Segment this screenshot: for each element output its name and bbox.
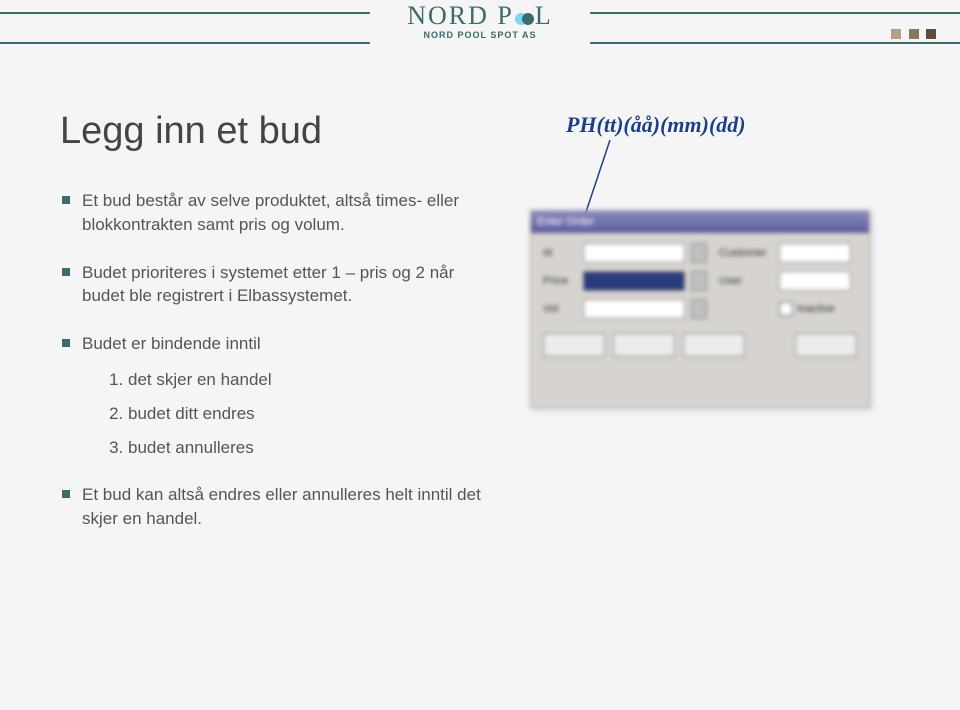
id-label: Id [543, 247, 583, 259]
corner-square-icon [891, 29, 901, 39]
dialog-titlebar: Enter Order [531, 211, 869, 233]
price-label: Price [543, 275, 583, 287]
order-entry-dialog: Enter Order Id Customer Price User Vol I… [530, 210, 870, 408]
dialog-title: Enter Order [537, 216, 594, 228]
logo-subtitle: NORD POOL SPOT AS [370, 30, 590, 40]
vol-input[interactable] [583, 299, 685, 319]
sublist-item: budet annulleres [128, 436, 490, 460]
dialog-button[interactable] [795, 333, 857, 357]
vol-label: Vol [543, 303, 583, 315]
corner-square-icon [909, 29, 919, 39]
sublist-item: det skjer en handel [128, 368, 490, 392]
annotation-callout: PH(tt)(åå)(mm)(dd) [566, 112, 746, 138]
dialog-button-row [543, 333, 857, 357]
bullet-item: Budet prioriteres i systemet etter 1 – p… [60, 261, 490, 309]
bullet-list: Et bud består av selve produktet, altså … [60, 189, 490, 531]
logo-main: NORD P L [370, 0, 590, 30]
customer-label: Customer [719, 247, 779, 259]
numbered-sublist: det skjer en handel budet ditt endres bu… [82, 368, 490, 459]
bullet-item: Et bud består av selve produktet, altså … [60, 189, 490, 237]
form-row-id: Id Customer [543, 243, 857, 263]
page-title: Legg inn et bud [60, 110, 490, 153]
dialog-body: Id Customer Price User Vol Inactive [531, 233, 869, 367]
logo-text-left: NORD P [407, 1, 514, 30]
id-input[interactable] [583, 243, 685, 263]
user-input[interactable] [779, 271, 851, 291]
bullet-item: Et bud kan altså endres eller annulleres… [60, 483, 490, 531]
inactive-label: Inactive [797, 303, 835, 315]
annotation-pointer-line [580, 140, 640, 220]
content-column: Legg inn et bud Et bud består av selve p… [60, 110, 490, 555]
bullet-item-text: Budet er bindende inntil [82, 334, 261, 353]
corner-square-icon [926, 29, 936, 39]
form-row-vol: Vol Inactive [543, 299, 857, 319]
customer-input[interactable] [779, 243, 851, 263]
dialog-button[interactable] [683, 333, 745, 357]
logo-text-right: L [535, 1, 553, 30]
id-stepper[interactable] [691, 243, 707, 263]
logo: NORD P L NORD POOL SPOT AS [370, 0, 590, 50]
user-label: User [719, 275, 779, 287]
inactive-checkbox[interactable] [779, 302, 793, 316]
header-band: NORD P L NORD POOL SPOT AS [0, 0, 960, 50]
dialog-button[interactable] [613, 333, 675, 357]
price-stepper[interactable] [691, 271, 707, 291]
sublist-item: budet ditt endres [128, 402, 490, 426]
form-row-price: Price User [543, 271, 857, 291]
dialog-button[interactable] [543, 333, 605, 357]
vol-stepper[interactable] [691, 299, 707, 319]
corner-decoration [888, 26, 936, 44]
price-input[interactable] [583, 271, 685, 291]
bullet-item: Budet er bindende inntil det skjer en ha… [60, 332, 490, 459]
